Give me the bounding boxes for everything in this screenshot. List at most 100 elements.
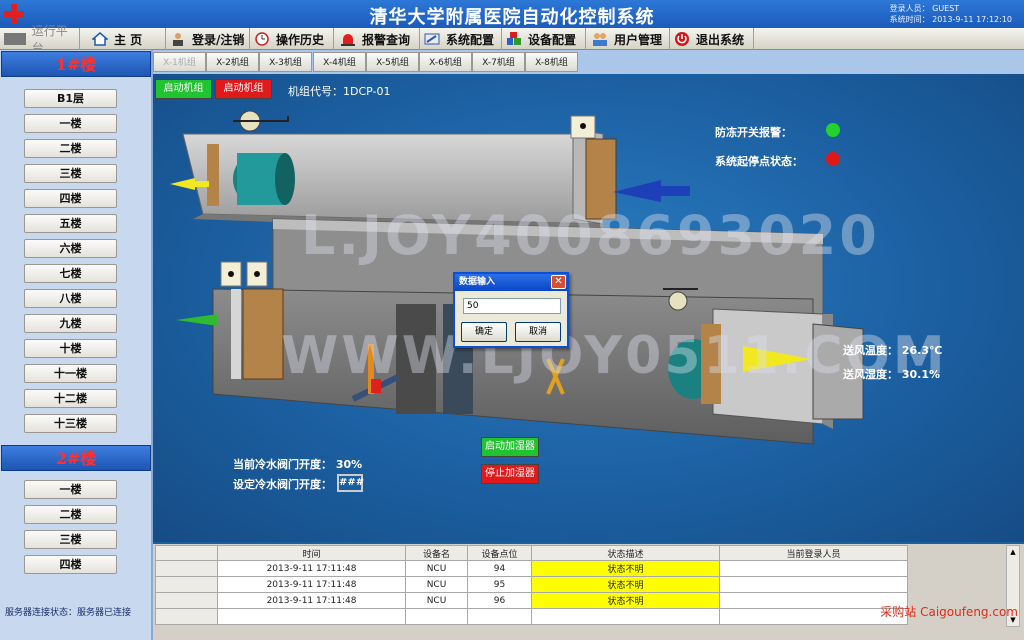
menu-alarm-query[interactable]: 报警查询 — [336, 28, 420, 50]
stop-humidifier-button[interactable]: 停止加湿器 — [481, 464, 539, 484]
system-time-label: 系统时间： 2013-9-11 17:12:10 — [889, 15, 1012, 24]
data-input-dialog: 数据输入 ✕ 确定 取消 — [453, 272, 569, 348]
tab-unit-7[interactable]: X-7机组 — [472, 52, 525, 72]
supply-air-humidity: 送风湿度： 30.1% — [843, 368, 940, 381]
menu-devconfig-label: 设备配置 — [528, 32, 577, 47]
current-valve-opening: 当前冷水阀门开度： 30% — [233, 458, 363, 471]
menu-device-config[interactable]: 设备配置 — [502, 28, 586, 50]
event-log-table: 时间 设备名 设备点位 状态描述 当前登录人员 2013-9-11 17:11:… — [155, 545, 908, 625]
cell-status: 状态不明 — [531, 560, 720, 577]
floor-1-button[interactable]: 一楼 — [24, 114, 117, 133]
server-status: 服务器连接状态：服务器已连接 — [5, 608, 132, 618]
menu-platform[interactable]: 运行平台 — [0, 24, 80, 55]
dialog-title: 数据输入 — [459, 277, 496, 287]
tab-unit-1[interactable]: X-1机组 — [153, 52, 206, 72]
col-login-user: 当前登录人员 — [719, 545, 908, 561]
cell-device-point: 95 — [467, 576, 532, 593]
users-icon — [593, 33, 607, 46]
cell-time: 2013-9-11 17:11:48 — [217, 576, 406, 593]
cell-device-name: NCU — [405, 576, 468, 593]
row-header — [155, 608, 218, 625]
floor-8-button[interactable]: 八楼 — [24, 289, 117, 308]
scroll-up-icon[interactable]: ▲ — [1007, 546, 1019, 558]
cell-empty — [405, 608, 468, 625]
set-valve-opening-input[interactable]: ### — [337, 474, 364, 492]
table-header-row: 时间 设备名 设备点位 状态描述 当前登录人员 — [155, 545, 908, 561]
menu-bar: 运行平台 主 页 登录/注销 操作历史 报警查询 系统配置 设备配置 用户管理 … — [0, 24, 1024, 55]
app-title: 清华大学附属医院自动化控制系统 — [369, 7, 655, 28]
credit-text: 采购站 Caigoufeng.com — [880, 605, 1018, 619]
menu-home[interactable]: 主 页 — [88, 28, 166, 50]
b2-floor-2-button[interactable]: 二楼 — [24, 505, 117, 524]
menu-system-config[interactable]: 系统配置 — [420, 28, 502, 50]
menu-exit-label: 退出系统 — [696, 32, 745, 47]
equipment-blocks-icon — [507, 32, 521, 45]
b2-floor-1-button[interactable]: 一楼 — [24, 480, 117, 499]
home-icon — [92, 32, 108, 46]
floor-3-button[interactable]: 三楼 — [24, 164, 117, 183]
table-row[interactable]: 2013-9-11 17:11:48 NCU 94 状态不明 — [155, 560, 908, 577]
col-device-name: 设备名 — [405, 545, 468, 561]
start-humidifier-button[interactable]: 启动加湿器 — [481, 437, 539, 457]
event-log-panel: 时间 设备名 设备点位 状态描述 当前登录人员 2013-9-11 17:11:… — [153, 544, 1024, 640]
menu-users-label: 用户管理 — [614, 32, 663, 47]
floor-6-button[interactable]: 六楼 — [24, 239, 117, 258]
row-header — [155, 592, 218, 609]
table-row[interactable] — [155, 608, 908, 625]
cell-status: 状态不明 — [531, 592, 720, 609]
floor-12-button[interactable]: 十二楼 — [24, 389, 117, 408]
dialog-value-input[interactable] — [463, 298, 561, 314]
row-header — [155, 576, 218, 593]
b2-floor-3-button[interactable]: 三楼 — [24, 530, 117, 549]
menu-history-label: 操作历史 — [276, 32, 325, 47]
cell-time: 2013-9-11 17:11:48 — [217, 560, 406, 577]
cell-login-user — [719, 560, 908, 577]
sidebar: 1#楼 B1层 一楼 二楼 三楼 四楼 五楼 六楼 七楼 八楼 九楼 十楼 十一… — [0, 50, 153, 640]
menu-history[interactable]: 操作历史 — [250, 28, 334, 50]
dialog-ok-button[interactable]: 确定 — [461, 322, 507, 342]
floor-13-button[interactable]: 十三楼 — [24, 414, 117, 433]
tab-unit-2[interactable]: X-2机组 — [206, 52, 259, 72]
supply-air-temperature: 送风温度： 26.3℃ — [843, 344, 943, 357]
building-2-header[interactable]: 2#楼 — [1, 445, 151, 471]
cell-device-point: 96 — [467, 592, 532, 609]
menu-home-label: 主 页 — [114, 32, 143, 47]
menu-alarm-label: 报警查询 — [362, 32, 411, 47]
menu-exit[interactable]: 退出系统 — [670, 28, 754, 50]
cell-empty — [531, 608, 720, 625]
floor-5-button[interactable]: 五楼 — [24, 214, 117, 233]
cell-device-name: NCU — [405, 592, 468, 609]
floor-9-button[interactable]: 九楼 — [24, 314, 117, 333]
row-header — [155, 560, 218, 577]
cell-status: 状态不明 — [531, 576, 720, 593]
col-time: 时间 — [217, 545, 406, 561]
close-icon[interactable]: ✕ — [551, 275, 566, 289]
tab-unit-5[interactable]: X-5机组 — [366, 52, 419, 72]
unit-control-panel: 启动机组 启动机组 机组代号：1DCP-01 防冻开关报警： 系统起停点状态： — [153, 74, 1024, 542]
tab-unit-4[interactable]: X-4机组 — [313, 52, 366, 72]
table-row[interactable]: 2013-9-11 17:11:48 NCU 95 状态不明 — [155, 576, 908, 593]
table-row[interactable]: 2013-9-11 17:11:48 NCU 96 状态不明 — [155, 592, 908, 609]
floor-2-button[interactable]: 二楼 — [24, 139, 117, 158]
floor-10-button[interactable]: 十楼 — [24, 339, 117, 358]
tab-unit-6[interactable]: X-6机组 — [419, 52, 472, 72]
menu-sysconfig-label: 系统配置 — [446, 32, 495, 47]
cell-time: 2013-9-11 17:11:48 — [217, 592, 406, 609]
floor-4-button[interactable]: 四楼 — [24, 189, 117, 208]
menu-login-label: 登录/注销 — [192, 32, 245, 47]
menu-login-logout[interactable]: 登录/注销 — [166, 28, 250, 50]
building-1-header[interactable]: 1#楼 — [1, 51, 151, 77]
history-clock-icon — [255, 32, 269, 46]
b2-floor-4-button[interactable]: 四楼 — [24, 555, 117, 574]
tab-unit-8[interactable]: X-8机组 — [525, 52, 578, 72]
dialog-cancel-button[interactable]: 取消 — [515, 322, 561, 342]
menu-user-management[interactable]: 用户管理 — [588, 28, 670, 50]
floor-7-button[interactable]: 七楼 — [24, 264, 117, 283]
login-user-label: 登录人员： GUEST — [889, 4, 960, 13]
floor-11-button[interactable]: 十一楼 — [24, 364, 117, 383]
cell-empty — [217, 608, 406, 625]
cell-login-user — [719, 576, 908, 593]
alarm-siren-icon — [341, 34, 355, 46]
floor-b1-button[interactable]: B1层 — [24, 89, 117, 108]
tab-unit-3[interactable]: X-3机组 — [259, 52, 312, 72]
